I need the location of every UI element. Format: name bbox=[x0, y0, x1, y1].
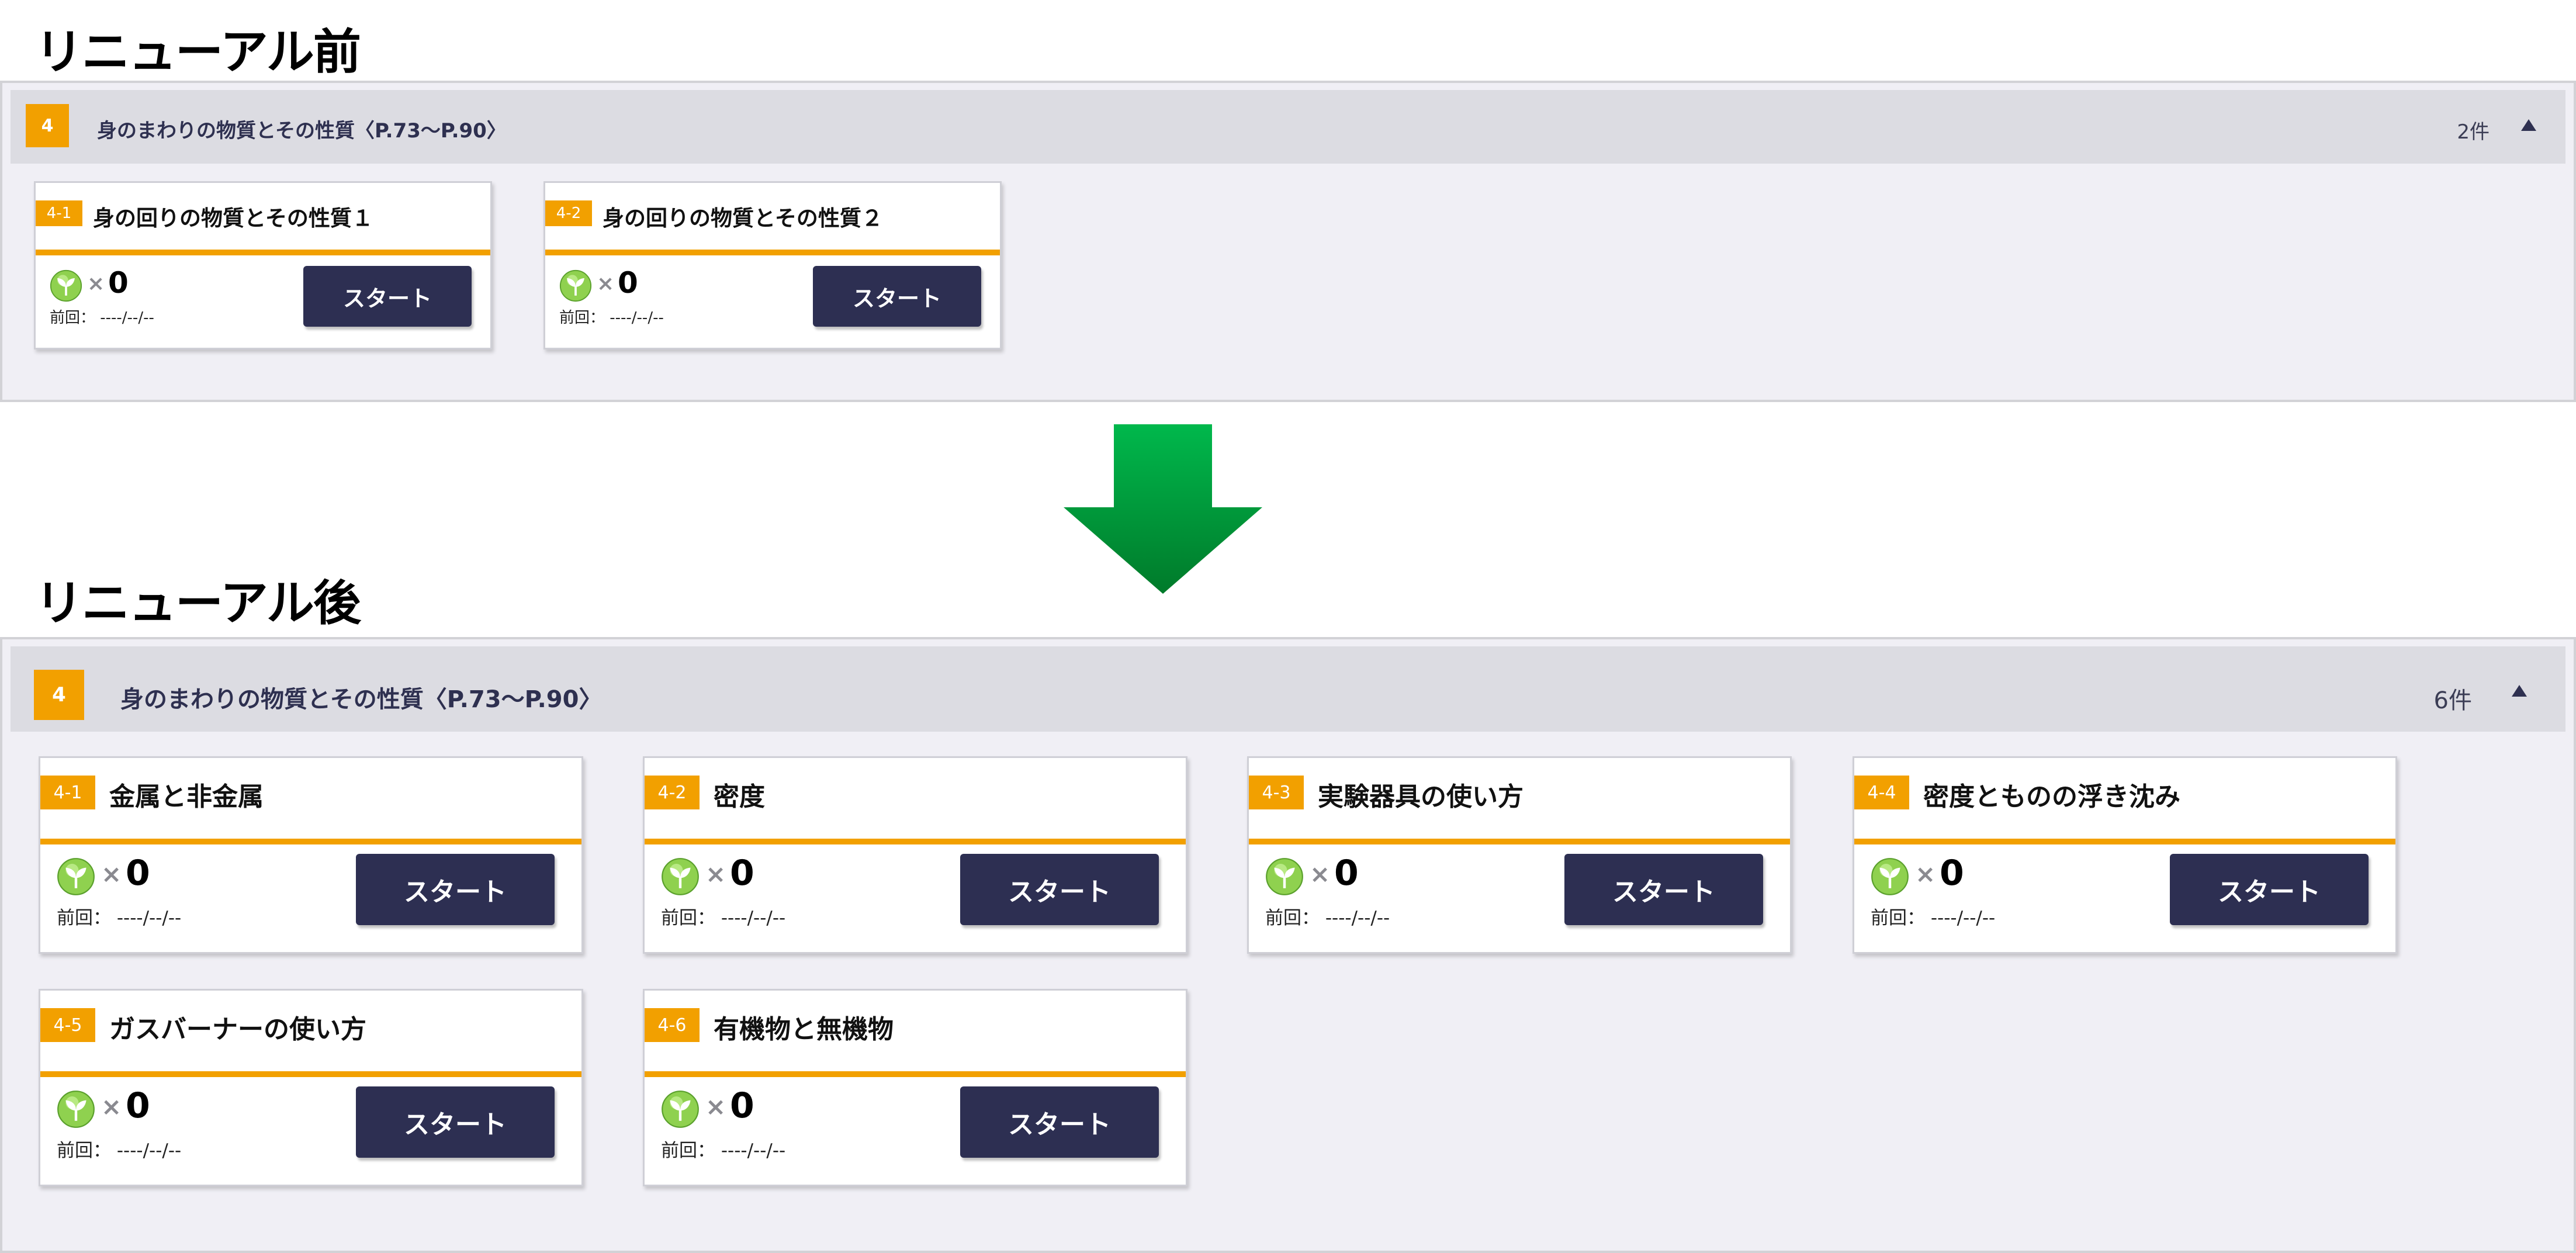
lesson-title: 実験器具の使い方 bbox=[1318, 782, 1524, 812]
sprout-icon bbox=[1871, 858, 1909, 895]
clear-count: 0 bbox=[730, 853, 754, 894]
lesson-badge: 4-2 bbox=[645, 776, 700, 809]
times-sign: × bbox=[1310, 860, 1331, 888]
lesson-card: 4-5 ガスバーナーの使い方 × 0 前回： ----/--/-- スタート bbox=[39, 989, 583, 1186]
lesson-title: 身の回りの物質とその性質２ bbox=[603, 206, 883, 231]
start-button[interactable]: スタート bbox=[813, 266, 981, 327]
sprout-icon bbox=[662, 858, 699, 895]
lesson-badge: 4-6 bbox=[645, 1008, 700, 1042]
last-date: 前回： ----/--/-- bbox=[57, 908, 182, 929]
lesson-card: 4-4 密度とものの浮き沈み × 0 前回： ----/--/-- スタート bbox=[1853, 756, 2397, 954]
down-arrow-icon bbox=[1064, 424, 1262, 594]
last-date: 前回： ----/--/-- bbox=[1871, 908, 1996, 929]
item-count: 6件 bbox=[2433, 687, 2472, 714]
times-sign: × bbox=[101, 1092, 122, 1121]
lesson-badge: 4-1 bbox=[36, 200, 82, 226]
clear-count: 0 bbox=[126, 1085, 150, 1126]
lesson-badge: 4-5 bbox=[40, 1008, 95, 1042]
clear-count: 0 bbox=[730, 1085, 754, 1126]
times-sign: × bbox=[705, 860, 726, 888]
sprout-icon bbox=[57, 858, 95, 895]
sprout-icon bbox=[559, 269, 592, 302]
clear-count: 0 bbox=[618, 266, 638, 300]
heading-before-renewal: リニューアル前 bbox=[35, 25, 361, 80]
times-sign: × bbox=[597, 272, 615, 296]
card-header: 4-2 密度 bbox=[645, 758, 1186, 844]
card-header: 4-2 身の回りの物質とその性質２ bbox=[545, 183, 1000, 255]
unit-title: 身のまわりの物質とその性質〈P.73〜P.90〉 bbox=[97, 119, 507, 143]
unit-header[interactable]: 4 身のまわりの物質とその性質〈P.73〜P.90〉 6件 bbox=[11, 646, 2565, 732]
lesson-badge: 4-4 bbox=[1854, 776, 1909, 809]
lesson-card: 4-2 身の回りの物質とその性質２ × 0 前回： ----/--/-- スター… bbox=[543, 181, 1002, 349]
start-button[interactable]: スタート bbox=[960, 854, 1159, 925]
last-date: 前回： ----/--/-- bbox=[57, 1140, 182, 1161]
clear-count: 0 bbox=[1334, 853, 1359, 894]
start-button[interactable]: スタート bbox=[960, 1086, 1159, 1158]
sprout-icon bbox=[50, 269, 82, 302]
unit-header[interactable]: 4 身のまわりの物質とその性質〈P.73〜P.90〉 2件 bbox=[11, 90, 2565, 164]
card-header: 4-6 有機物と無機物 bbox=[645, 991, 1186, 1077]
sprout-icon bbox=[57, 1091, 95, 1128]
clear-count: 0 bbox=[126, 853, 150, 894]
start-button[interactable]: スタート bbox=[2170, 854, 2369, 925]
lesson-title: 身の回りの物質とその性質１ bbox=[93, 206, 373, 231]
card-header: 4-1 金属と非金属 bbox=[40, 758, 581, 844]
last-date: 前回： ----/--/-- bbox=[559, 309, 664, 327]
item-count: 2件 bbox=[2457, 120, 2490, 144]
unit-panel-after: 4 身のまわりの物質とその性質〈P.73〜P.90〉 6件 4-1 金属と非金属… bbox=[0, 637, 2576, 1253]
start-button[interactable]: スタート bbox=[356, 854, 555, 925]
times-sign: × bbox=[87, 272, 105, 296]
last-date: 前回： ----/--/-- bbox=[1265, 908, 1390, 929]
start-button[interactable]: スタート bbox=[356, 1086, 555, 1158]
lesson-badge: 4-3 bbox=[1249, 776, 1304, 809]
lesson-title: ガスバーナーの使い方 bbox=[109, 1015, 366, 1044]
lesson-badge: 4-2 bbox=[545, 200, 592, 226]
unit-number-badge: 4 bbox=[34, 670, 84, 720]
lesson-title: 有機物と無機物 bbox=[714, 1015, 894, 1044]
lesson-badge: 4-1 bbox=[40, 776, 95, 809]
times-sign: × bbox=[1915, 860, 1936, 888]
last-date: 前回： ----/--/-- bbox=[50, 309, 154, 327]
unit-panel-before: 4 身のまわりの物質とその性質〈P.73〜P.90〉 2件 4-1 身の回りの物… bbox=[0, 81, 2576, 402]
comparison-page: リニューアル前 4 身のまわりの物質とその性質〈P.73〜P.90〉 2件 4-… bbox=[0, 0, 2576, 1253]
triangle-up-icon[interactable] bbox=[2512, 685, 2527, 697]
card-header: 4-4 密度とものの浮き沈み bbox=[1854, 758, 2395, 844]
times-sign: × bbox=[101, 860, 122, 888]
start-button[interactable]: スタート bbox=[1564, 854, 1763, 925]
triangle-up-icon[interactable] bbox=[2521, 119, 2536, 131]
card-header: 4-3 実験器具の使い方 bbox=[1249, 758, 1790, 844]
lesson-card: 4-1 身の回りの物質とその性質１ × 0 前回： ----/--/-- スター… bbox=[34, 181, 492, 349]
lesson-title: 金属と非金属 bbox=[109, 782, 264, 812]
lesson-card: 4-6 有機物と無機物 × 0 前回： ----/--/-- スタート bbox=[643, 989, 1187, 1186]
card-header: 4-1 身の回りの物質とその性質１ bbox=[36, 183, 490, 255]
card-header: 4-5 ガスバーナーの使い方 bbox=[40, 991, 581, 1077]
unit-title: 身のまわりの物質とその性質〈P.73〜P.90〉 bbox=[120, 686, 603, 713]
lesson-card: 4-1 金属と非金属 × 0 前回： ----/--/-- スタート bbox=[39, 756, 583, 954]
unit-number-badge: 4 bbox=[26, 104, 69, 147]
last-date: 前回： ----/--/-- bbox=[661, 908, 786, 929]
lesson-title: 密度 bbox=[714, 782, 765, 812]
sprout-icon bbox=[1266, 858, 1303, 895]
sprout-icon bbox=[662, 1091, 699, 1128]
times-sign: × bbox=[705, 1092, 726, 1121]
last-date: 前回： ----/--/-- bbox=[661, 1140, 786, 1161]
clear-count: 0 bbox=[108, 266, 129, 300]
start-button[interactable]: スタート bbox=[303, 266, 472, 327]
lesson-card: 4-2 密度 × 0 前回： ----/--/-- スタート bbox=[643, 756, 1187, 954]
clear-count: 0 bbox=[1940, 853, 1964, 894]
lesson-title: 密度とものの浮き沈み bbox=[1923, 782, 2180, 812]
lesson-card: 4-3 実験器具の使い方 × 0 前回： ----/--/-- スタート bbox=[1247, 756, 1792, 954]
heading-after-renewal: リニューアル後 bbox=[35, 576, 361, 631]
